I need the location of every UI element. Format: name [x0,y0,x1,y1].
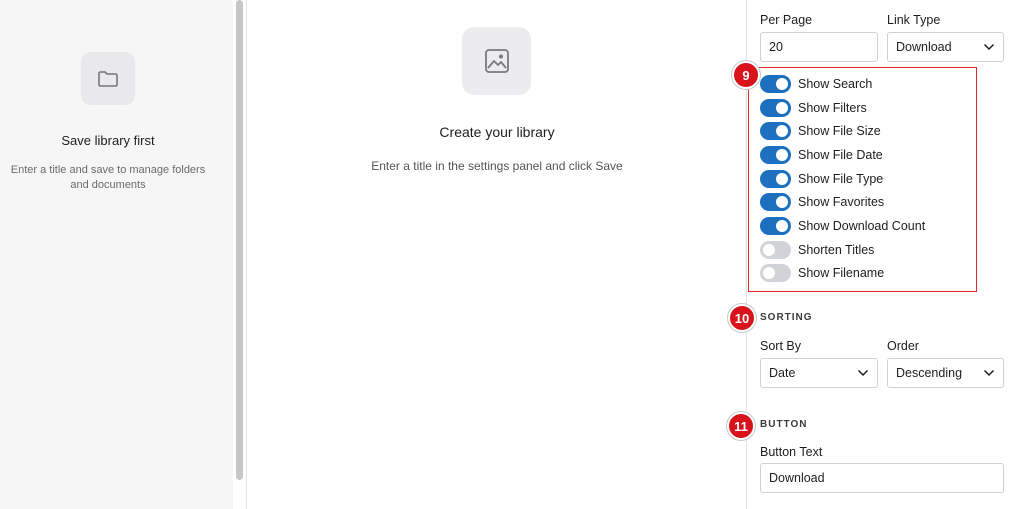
toggle-label: Show Filters [798,101,867,115]
step-badge-11: 11 [727,412,755,440]
toggle-show-search[interactable]: Show Search [760,74,872,94]
toggle-label: Show Download Count [798,219,926,233]
toggle-label: Show File Type [798,172,884,186]
folder-icon [98,70,118,87]
library-folders-panel: Save library first Enter a title and sav… [0,0,233,509]
scrollbar-thumb[interactable] [236,0,243,480]
toggle-switch[interactable] [760,122,791,140]
toggle-show-favorites[interactable]: Show Favorites [760,192,884,212]
step-badge-9: 9 [732,61,760,89]
button-text-input[interactable]: Download [760,463,1004,493]
toggle-switch[interactable] [760,146,791,164]
order-label: Order [887,339,919,353]
toggle-label: Show File Date [798,148,883,162]
chevron-down-icon [983,369,995,377]
link-type-select[interactable]: Download [887,32,1004,62]
button-text-label: Button Text [760,445,823,459]
sorting-heading: SORTING [760,312,813,323]
folder-icon-container [81,52,135,105]
toggle-show-file-size[interactable]: Show File Size [760,121,881,141]
link-type-label: Link Type [887,13,941,27]
toggle-switch[interactable] [760,75,791,93]
step-badge-10: 10 [728,304,756,332]
toggle-switch[interactable] [760,217,791,235]
toggle-label: Show Favorites [798,195,885,209]
chevron-down-icon [983,43,995,51]
per-page-value: 20 [769,40,783,54]
order-value: Descending [896,366,963,380]
create-library-description: Enter a title in the settings panel and … [371,159,623,173]
toggle-label: Shorten Titles [798,243,875,257]
chevron-down-icon [857,369,869,377]
toggle-shorten-titles[interactable]: Shorten Titles [760,240,874,260]
left-panel-title: Save library first [61,133,155,148]
button-text-value: Download [769,471,825,485]
left-panel-description: Enter a title and save to manage folders… [10,164,206,191]
per-page-label: Per Page [760,13,813,27]
toggle-show-file-type[interactable]: Show File Type [760,169,883,189]
sort-by-select[interactable]: Date [760,358,878,388]
toggle-switch[interactable] [760,241,791,259]
toggle-switch[interactable] [760,99,791,117]
link-type-value: Download [896,40,952,54]
image-icon-container [462,27,531,95]
toggle-switch[interactable] [760,170,791,188]
toggle-label: Show File Size [798,124,881,138]
toggle-switch[interactable] [760,193,791,211]
toggle-show-filename[interactable]: Show Filename [760,263,884,283]
per-page-input[interactable]: 20 [760,32,878,62]
sort-by-label: Sort By [760,339,801,353]
left-panel-scrollbar[interactable] [233,0,247,509]
toggle-show-filters[interactable]: Show Filters [760,98,867,118]
toggle-switch[interactable] [760,264,791,282]
toggle-label: Show Filename [798,266,885,280]
image-icon [484,49,509,73]
create-library-title: Create your library [439,124,555,140]
sort-by-value: Date [769,366,796,380]
button-heading: BUTTON [760,419,808,430]
toggle-show-download-count[interactable]: Show Download Count [760,216,925,236]
order-select[interactable]: Descending [887,358,1004,388]
toggle-label: Show Search [798,77,873,91]
toggle-show-file-date[interactable]: Show File Date [760,145,883,165]
